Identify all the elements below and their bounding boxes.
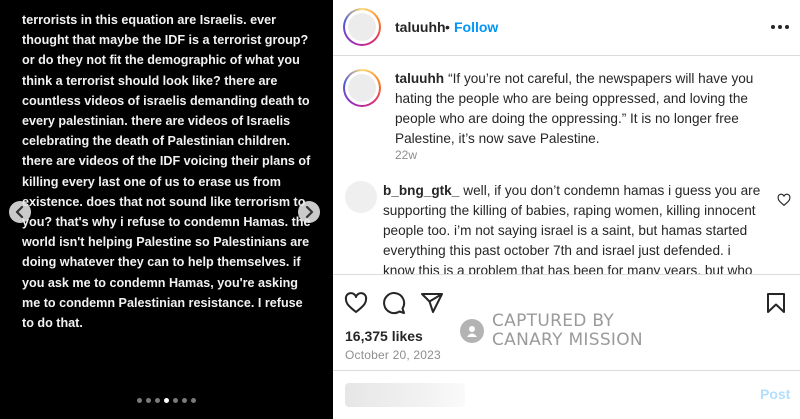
post-button[interactable]: Post bbox=[760, 386, 790, 402]
caption-text: “If you’re not careful, the newspapers w… bbox=[395, 71, 754, 146]
comment: b_bng_gtk_ well, if you don’t condemn ham… bbox=[383, 181, 763, 274]
slide-dot bbox=[191, 398, 196, 403]
post-date: October 20, 2023 bbox=[345, 348, 441, 362]
chevron-left-icon bbox=[15, 206, 24, 218]
watermark: CAPTURED BY CANARY MISSION bbox=[460, 312, 643, 350]
heart-icon bbox=[344, 292, 368, 313]
heart-outline-icon[interactable] bbox=[777, 193, 791, 207]
slide-dot bbox=[155, 398, 160, 403]
watermark-line1: CAPTURED BY bbox=[492, 311, 615, 331]
slide-dot bbox=[182, 398, 187, 403]
bookmark-icon bbox=[767, 293, 785, 313]
follow-button[interactable]: Follow bbox=[454, 19, 498, 35]
add-comment-bar: Post bbox=[333, 370, 800, 419]
chevron-right-icon bbox=[305, 206, 314, 218]
slide-dot-active bbox=[164, 398, 169, 403]
next-slide-button[interactable] bbox=[298, 201, 320, 223]
slide-dot bbox=[146, 398, 151, 403]
caption-avatar[interactable] bbox=[343, 69, 381, 107]
like-button[interactable] bbox=[343, 290, 369, 316]
comment-username[interactable]: b_bng_gtk_ bbox=[383, 183, 459, 198]
slide-dot bbox=[137, 398, 142, 403]
caption: taluuhh “If you’re not careful, the newsp… bbox=[395, 69, 790, 149]
author-avatar[interactable] bbox=[343, 8, 381, 46]
post-details-panel: taluuhh • Follow taluuhh “If you’re not c… bbox=[333, 0, 800, 419]
previous-slide-button[interactable] bbox=[9, 201, 31, 223]
share-icon bbox=[421, 293, 443, 313]
watermark-text: CAPTURED BY CANARY MISSION bbox=[492, 312, 643, 350]
caption-timestamp[interactable]: 22w bbox=[395, 148, 417, 162]
caption-username[interactable]: taluuhh bbox=[395, 71, 444, 86]
comment-input[interactable] bbox=[379, 383, 749, 409]
comment-icon bbox=[383, 292, 406, 315]
commenter-avatar[interactable] bbox=[345, 181, 377, 213]
share-button[interactable] bbox=[419, 290, 445, 316]
slide-indicator bbox=[0, 398, 333, 403]
canary-logo-icon bbox=[460, 319, 484, 343]
likes-count[interactable]: 16,375 likes bbox=[345, 328, 423, 344]
comments-section[interactable]: taluuhh “If you’re not careful, the newsp… bbox=[333, 57, 800, 274]
comment-button[interactable] bbox=[381, 290, 407, 316]
separator-dot: • bbox=[445, 19, 450, 35]
slide-dot bbox=[173, 398, 178, 403]
more-options-button[interactable] bbox=[769, 16, 791, 38]
post-header: taluuhh • Follow bbox=[333, 0, 800, 56]
post-media: terrorists in this equation are Israelis… bbox=[0, 0, 333, 419]
more-horizontal-icon bbox=[771, 25, 789, 29]
save-button[interactable] bbox=[763, 290, 789, 316]
author-username[interactable]: taluuhh bbox=[395, 19, 446, 35]
media-text: terrorists in this equation are Israelis… bbox=[22, 13, 311, 331]
watermark-line2: CANARY MISSION bbox=[492, 330, 643, 350]
